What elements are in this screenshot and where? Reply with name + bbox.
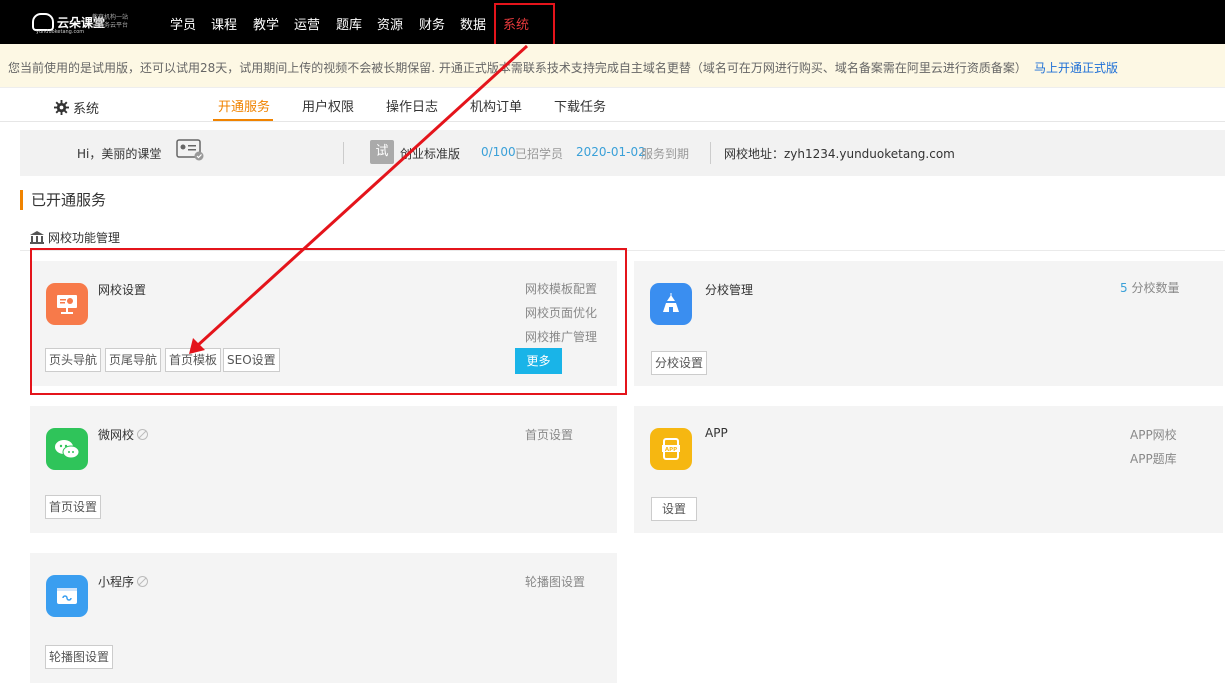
branch-settings-button[interactable]: 分校设置 [651,351,708,375]
app-settings-button[interactable]: 设置 [651,497,698,521]
card-title: 微网校 [98,426,149,443]
app-question-bank-link[interactable]: APP题库 [1130,450,1177,467]
castle-icon [650,283,692,325]
homepage-settings-link[interactable]: 首页设置 [525,426,573,443]
card-branch-management: 分校管理 5 分校数量 分校设置 [634,261,1223,386]
nav-courses[interactable]: 课程 [211,14,237,33]
nav-teaching[interactable]: 教学 [253,14,279,33]
edition-label: 创业标准版 [400,147,461,161]
card-app: APP APP APP网校 APP题库 设置 [634,406,1223,533]
top-navbar: 云朵课堂 yunduoketang.com 教育机构一站 式服务云平台 学员 课… [0,0,1225,44]
building-icon [30,231,44,244]
disabled-icon [137,576,149,587]
tab-user-permissions[interactable]: 用户权限 [302,96,354,115]
school-address: 网校地址：zyh1234.yunduoketang.com [724,147,955,161]
nav-resources[interactable]: 资源 [377,14,403,33]
nav-students[interactable]: 学员 [170,14,196,33]
section-title: 已开通服务 [20,190,106,210]
nav-finance[interactable]: 财务 [419,14,445,33]
nav-system-highlight [494,3,555,47]
wechat-icon [46,428,88,470]
carousel-settings-button[interactable]: 轮播图设置 [45,645,114,669]
students-count: 0/100 [481,145,516,159]
tab-org-orders[interactable]: 机构订单 [470,96,522,115]
homepage-settings-button[interactable]: 首页设置 [45,495,102,519]
expiry-date: 2020-01-02 [576,145,646,159]
brand-url: yunduoketang.com [36,29,85,35]
account-info-bar: Hi，美丽的课堂 试 创业标准版 0/100 已招学员 2020-01-02 服… [20,130,1225,176]
trial-notice-text: 您当前使用的是试用版，还可以试用28天，试用期间上传的视频不会被长期保留. 开通… [8,61,1027,75]
app-icon: APP [650,428,692,470]
tab-open-services[interactable]: 开通服务 [218,96,270,115]
disabled-icon [137,429,149,440]
expiry-label: 服务到期 [641,147,690,161]
card-mini-program: 小程序 轮播图设置 轮播图设置 [30,553,617,683]
id-card-icon[interactable] [176,139,204,161]
greeting: Hi，美丽的课堂 [77,147,162,161]
tab-operation-log[interactable]: 操作日志 [386,96,438,115]
trial-badge: 试 [370,140,394,164]
page-title: 系统 [54,98,99,117]
school-settings-highlight [30,248,627,395]
brand-slogan: 教育机构一站 式服务云平台 [92,14,129,29]
card-title: 分校管理 [705,283,754,297]
svg-text:APP: APP [665,447,677,453]
sub-navbar: 系统 开通服务 用户权限 操作日志 机构订单 下载任务 [0,88,1225,122]
divider [343,142,344,164]
upgrade-link[interactable]: 马上开通正式版 [1034,59,1118,76]
branch-count: 5 分校数量 [1120,281,1180,295]
gear-icon [54,100,69,115]
card-wechat-school: 微网校 首页设置 首页设置 [30,406,617,533]
nav-data[interactable]: 数据 [460,14,486,33]
card-title: 小程序 [98,573,149,590]
divider [710,142,711,164]
mini-program-icon [46,575,88,617]
carousel-settings-link[interactable]: 轮播图设置 [525,573,585,590]
nav-operations[interactable]: 运营 [294,14,320,33]
app-school-link[interactable]: APP网校 [1130,426,1177,443]
tab-download-tasks[interactable]: 下载任务 [554,96,606,115]
sub-section-title: 网校功能管理 [30,229,120,246]
students-label: 已招学员 [515,147,564,161]
nav-question-bank[interactable]: 题库 [336,14,362,33]
card-title: APP [705,426,728,440]
active-tab-underline [213,119,273,121]
trial-notice-bar: 您当前使用的是试用版，还可以试用28天，试用期间上传的视频不会被长期保留. 开通… [0,44,1225,88]
